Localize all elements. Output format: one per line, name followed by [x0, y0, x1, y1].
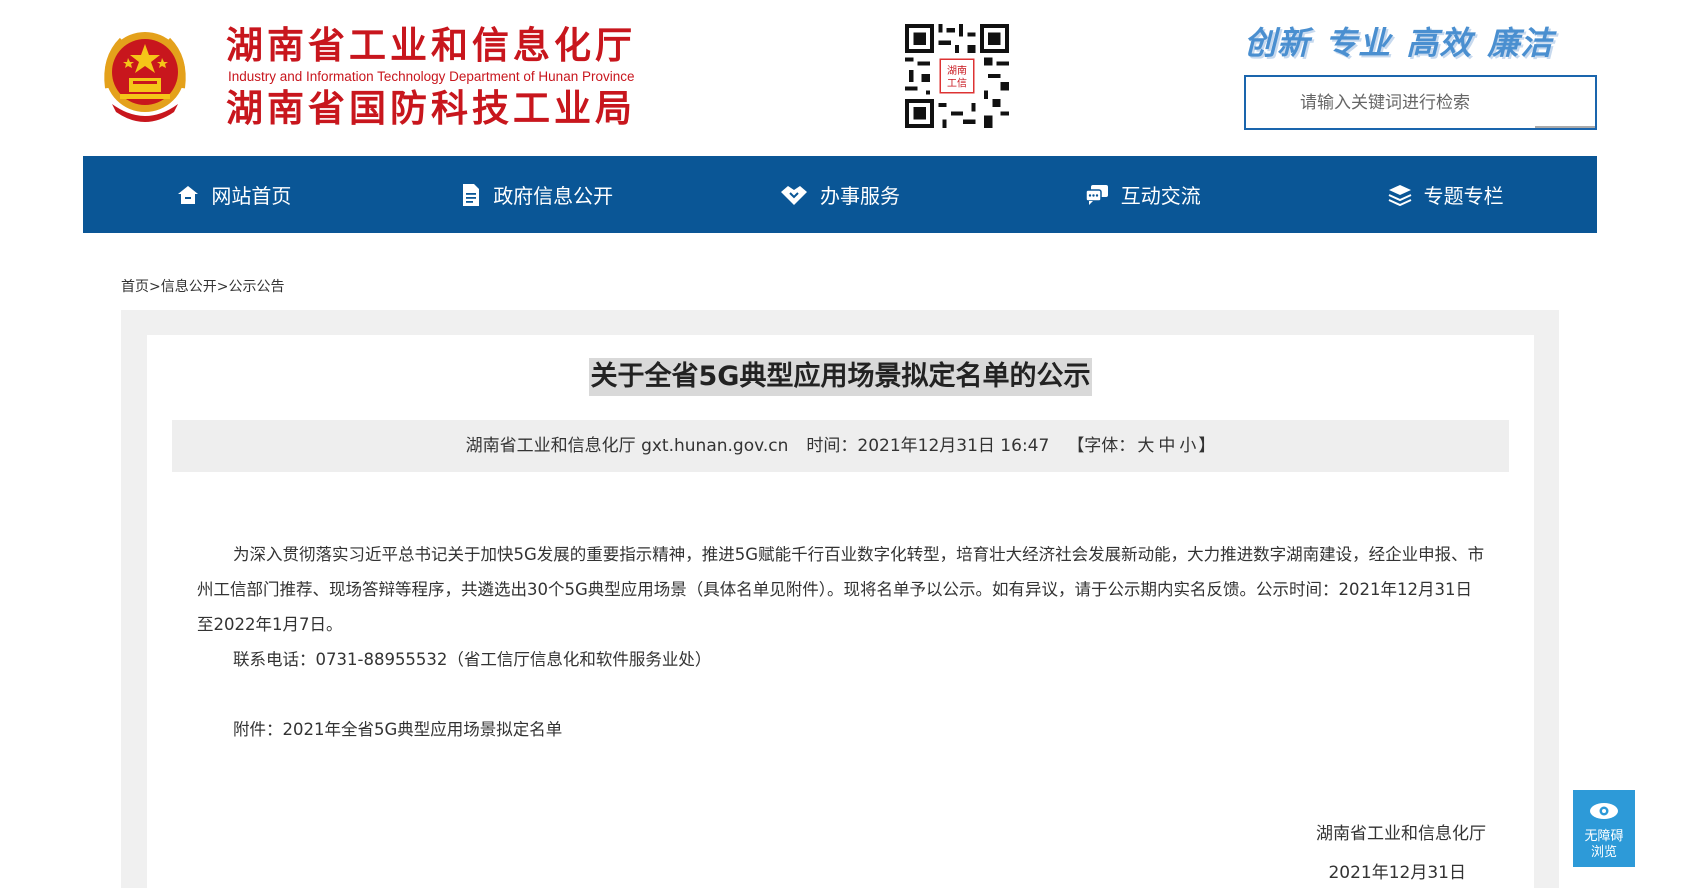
document-icon [463, 183, 480, 206]
nav-item-label: 互动交流 [1120, 184, 1201, 208]
article-meta: 湖南省工业和信息化厅 gxt.hunan.gov.cn 时间：2021年12月31… [172, 420, 1509, 472]
nav-item-topics[interactable]: 专题专栏 [1294, 156, 1597, 233]
logo-title-line2: 湖南省国防科技工业局 [226, 87, 636, 130]
eye-icon [1590, 803, 1618, 819]
article-title: 关于全省5G典型应用场景拟定名单的公示 [588, 358, 1093, 396]
article-contact: 联系电话：0731-88955532（省工信厅信息化和软件服务业处） [233, 650, 712, 669]
handshake-icon [780, 185, 807, 205]
article-attachment-link[interactable]: 附件：2021年全省5G典型应用场景拟定名单 [197, 712, 1487, 747]
logo-title-line1: 湖南省工业和信息化厅 [226, 24, 636, 67]
font-size-label: 【字体： [1067, 436, 1136, 456]
article-title-wrap: 关于全省5G典型应用场景拟定名单的公示 [147, 358, 1534, 396]
article-panel: 关于全省5G典型应用场景拟定名单的公示 湖南省工业和信息化厅 gxt.hunan… [147, 335, 1534, 888]
article-time: 2021年12月31日 16:47 [857, 436, 1050, 456]
breadcrumb-separator: > [216, 279, 229, 295]
slogan-word: 高效 [1406, 24, 1473, 62]
nav-item-label: 政府信息公开 [493, 184, 614, 208]
signature-date: 2021年12月31日 [1328, 863, 1466, 883]
site-logo[interactable]: 湖南省工业和信息化厅 Industry and Information Tech… [226, 24, 686, 131]
breadcrumb: 首页>信息公开>公示公告 [121, 276, 284, 296]
article-time-label: 时间： [806, 436, 858, 456]
search-button[interactable] [1535, 77, 1595, 128]
slogan: 创新 专业 高效 廉洁 [1244, 18, 1594, 68]
slogan-word: 廉洁 [1487, 24, 1554, 62]
article-paragraph: 为深入贯彻落实习近平总书记关于加快5G发展的重要指示精神，推进5G赋能千行百业数… [197, 545, 1485, 634]
nav-item-gov-info[interactable]: 政府信息公开 [386, 156, 689, 233]
breadcrumb-info-public[interactable]: 信息公开 [161, 279, 217, 295]
main-nav: 网站首页 政府信息公开 办事服务 互动交流 专题专栏 [83, 156, 1597, 233]
article-source: 湖南省工业和信息化厅 gxt.hunan.gov.cn [465, 436, 789, 456]
nav-item-label: 办事服务 [819, 184, 900, 208]
svg-text:工信: 工信 [947, 77, 967, 89]
search-box [1244, 75, 1597, 130]
accessibility-button[interactable]: 无障碍 浏览 [1573, 790, 1635, 867]
font-size-small-button[interactable]: 小 [1179, 436, 1196, 456]
accessibility-label: 无障碍 浏览 [1573, 829, 1635, 861]
nav-item-label: 专题专栏 [1423, 184, 1504, 208]
signature-organization: 湖南省工业和信息化厅 [1316, 824, 1486, 844]
breadcrumb-separator: > [149, 279, 161, 295]
article-body: 为深入贯彻落实习近平总书记关于加快5G发展的重要指示精神，推进5G赋能千行百业数… [197, 537, 1487, 747]
nav-item-label: 网站首页 [211, 184, 292, 208]
slogan-word: 专业 [1325, 24, 1392, 62]
qr-code-icon: 湖南 工信 [905, 24, 1009, 128]
site-header: 湖南省工业和信息化厅 Industry and Information Tech… [0, 0, 1694, 156]
home-icon [178, 185, 199, 204]
search-input[interactable] [1246, 77, 1536, 128]
font-size-medium-button[interactable]: 中 [1158, 436, 1175, 456]
nav-item-home[interactable]: 网站首页 [83, 156, 386, 233]
font-size-large-button[interactable]: 大 [1137, 436, 1154, 456]
font-size-close: 】 [1198, 436, 1216, 456]
svg-text:湖南: 湖南 [947, 64, 967, 77]
nav-item-services[interactable]: 办事服务 [689, 156, 992, 233]
national-emblem-icon [104, 32, 186, 122]
accessibility-label-line2: 浏览 [1590, 845, 1617, 860]
layers-icon [1388, 184, 1411, 206]
logo-english-name: Industry and Information Technology Depa… [228, 69, 635, 84]
breadcrumb-notices[interactable]: 公示公告 [228, 279, 284, 295]
nav-item-interaction[interactable]: 互动交流 [991, 156, 1294, 233]
search-button-underline [1535, 126, 1595, 128]
accessibility-label-line1: 无障碍 [1584, 829, 1624, 844]
slogan-word: 创新 [1244, 24, 1311, 62]
chat-icon [1085, 184, 1108, 205]
breadcrumb-home[interactable]: 首页 [121, 279, 149, 295]
